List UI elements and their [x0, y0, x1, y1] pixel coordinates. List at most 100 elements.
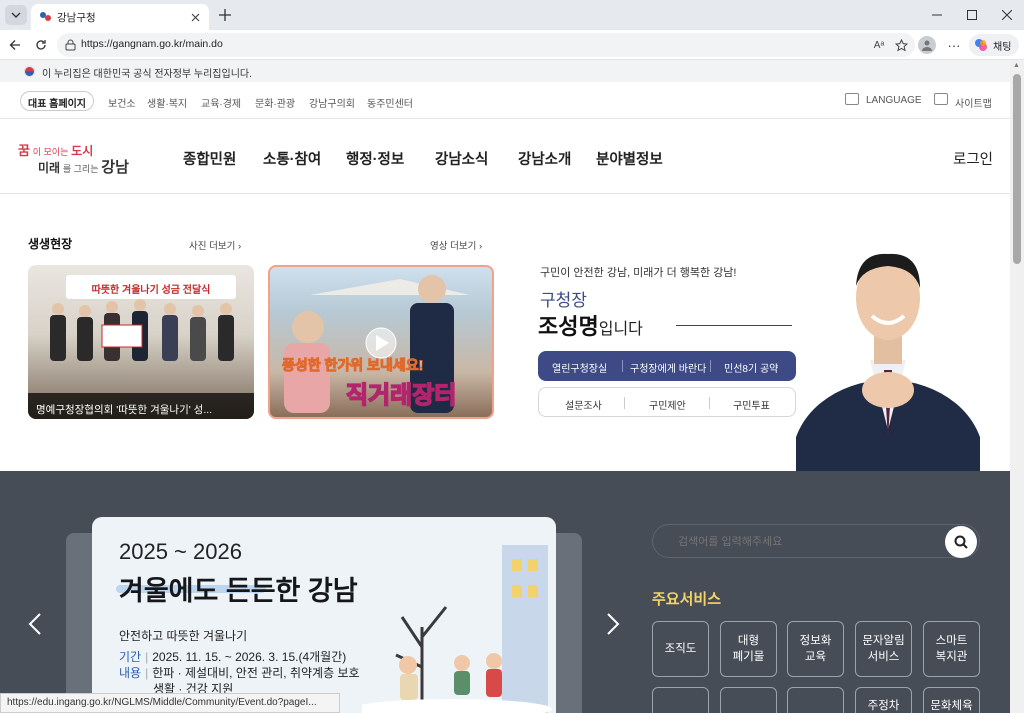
resident-vote-link[interactable]: 구민투표: [733, 397, 770, 412]
address-bar[interactable]: https://gangnam.go.kr/main.do Aᵃ: [57, 33, 915, 57]
service-line-1: 문자알림: [862, 635, 905, 647]
open-mayor-office-link[interactable]: 열린구청장실: [552, 360, 607, 375]
service-parking[interactable]: 주정차: [855, 687, 912, 713]
service-label: 문자알림서비스: [862, 633, 904, 665]
video-title-line2: 직거래장터: [345, 381, 457, 410]
service-org-chart[interactable]: 조직도: [652, 621, 709, 677]
top-link-welfare[interactable]: 생활·복지: [147, 95, 187, 110]
top-link-council[interactable]: 강남구의회: [309, 95, 355, 110]
period-value: 2025. 11. 15. ~ 2026. 3. 15.(4개월간): [152, 650, 347, 664]
service-label: 조직도: [665, 641, 697, 657]
more-options-icon[interactable]: ···: [945, 36, 963, 54]
service-sms-alert[interactable]: 문자알림서비스: [855, 621, 912, 677]
photo-caption-bar: 명예구청장협의회 '따뜻한 겨울나기' 성...: [28, 393, 254, 419]
favorite-star-icon[interactable]: [893, 37, 909, 53]
scroll-up-icon[interactable]: ▲: [1013, 62, 1021, 69]
korea-flag-icon: [24, 66, 35, 77]
profile-avatar[interactable]: [918, 36, 936, 54]
resident-proposal-link[interactable]: 구민제안: [649, 397, 686, 412]
search-button[interactable]: [945, 526, 977, 558]
login-link[interactable]: 로그인: [953, 148, 993, 169]
survey-link[interactable]: 설문조사: [565, 397, 602, 412]
banner-next-arrow-icon[interactable]: [600, 609, 626, 639]
service-large-waste[interactable]: 대형폐기물: [720, 621, 777, 677]
maximize-icon[interactable]: [962, 5, 982, 25]
scrollbar-thumb[interactable]: [1013, 74, 1021, 264]
period-sep: |: [145, 650, 149, 664]
service-line-2: 폐기물: [732, 651, 765, 663]
sitemap-link[interactable]: 사이트맵: [955, 95, 992, 110]
winter-banner[interactable]: 2025 ~ 2026 겨울에도 든든한 강남 안전하고 따뜻한 겨울나기 기간…: [92, 517, 556, 713]
services-title: 주요서비스: [652, 591, 722, 608]
service-tile-partial[interactable]: [720, 687, 777, 713]
search-icon: [954, 535, 968, 549]
photo-card[interactable]: 따뜻한 겨울나기 성금 전달식 명예구청장협의회 '따뜻한 겨울나기' 성...: [28, 265, 254, 419]
web-page: 이 누리집은 대한민국 공식 전자정부 누리집입니다. 대표 홈페이지 보건소 …: [0, 60, 1010, 713]
video-card[interactable]: 풍성한 한가위 보내세요! 직거래장터: [268, 265, 494, 419]
status-bar: https://edu.ingang.go.kr/NGLMS/Middle/Co…: [0, 693, 340, 713]
mayor-primary-links: 열린구청장실 구청장에게 바란다 민선8기 공약: [538, 351, 796, 381]
main-homepage-button[interactable]: 대표 홈페이지: [20, 91, 94, 111]
service-tile-partial[interactable]: [652, 687, 709, 713]
live-section-title: 생생현장: [28, 237, 73, 251]
copilot-chat-button[interactable]: 채팅: [969, 34, 1019, 56]
browser-tab[interactable]: 강남구청: [31, 4, 209, 30]
period-label: 기간: [119, 650, 142, 664]
read-aloud-icon[interactable]: Aᵃ: [871, 37, 887, 53]
page-scrollbar[interactable]: ▲: [1010, 60, 1024, 713]
service-line-1: 대형: [737, 635, 760, 647]
gov-banner: 이 누리집은 대한민국 공식 전자정부 누리집입니다.: [0, 60, 1010, 82]
service-smart-welfare[interactable]: 스마트 복지관: [923, 621, 980, 677]
photo-more-label: 사진 더보기: [189, 241, 236, 252]
close-tab-icon[interactable]: [187, 9, 203, 25]
top-link-health-center[interactable]: 보건소: [108, 95, 136, 110]
refresh-icon[interactable]: [32, 36, 50, 54]
pledges-link[interactable]: 민선8기 공약: [724, 360, 778, 375]
service-tile-partial[interactable]: [787, 687, 844, 713]
main-dark-section: 2025 ~ 2026 겨울에도 든든한 강남 안전하고 따뜻한 겨울나기 기간…: [0, 471, 1010, 713]
top-link-education[interactable]: 교육·경제: [201, 95, 241, 110]
content-row: 내용 | 한파 · 제설대비, 안전 관리, 취약계층 보호: [119, 665, 360, 681]
service-it-education[interactable]: 정보화 교육: [787, 621, 844, 677]
menu-civil-service[interactable]: 종합민원: [183, 148, 236, 169]
wish-to-mayor-link[interactable]: 구청장에게 바란다: [630, 360, 706, 375]
chevron-right-icon: ›: [478, 241, 483, 252]
banner-sub: 안전하고 따뜻한 겨울나기: [119, 629, 248, 643]
search-box[interactable]: [652, 524, 980, 558]
top-link-community-center[interactable]: 동주민센터: [367, 95, 413, 110]
service-culture-sports[interactable]: 문화체육: [923, 687, 980, 713]
mayor-title: 구청장: [540, 291, 587, 310]
gov-banner-text: 이 누리집은 대한민국 공식 전자정부 누리집입니다.: [42, 69, 252, 80]
site-info-icon[interactable]: [63, 38, 77, 52]
menu-administration[interactable]: 행정·정보: [346, 148, 404, 169]
minimize-icon[interactable]: [927, 5, 947, 25]
back-icon[interactable]: [6, 36, 24, 54]
service-line-2: 교육: [804, 651, 827, 663]
content-sep: |: [145, 666, 149, 680]
menu-participation[interactable]: 소통·참여: [263, 148, 321, 169]
search-input[interactable]: [678, 533, 928, 551]
gangnam-logo[interactable]: 꿈 이 모이는 도시 미래 를 그리는 강남: [18, 140, 138, 176]
new-tab-icon[interactable]: [215, 6, 235, 24]
menu-about-gangnam[interactable]: 강남소개: [518, 148, 571, 169]
video-more-link[interactable]: 영상 더보기 ›: [430, 238, 482, 252]
site-favicon: [39, 10, 52, 23]
url-text: https://gangnam.go.kr/main.do: [81, 38, 223, 50]
video-more-label: 영상 더보기: [430, 241, 477, 252]
menu-gangnam-news[interactable]: 강남소식: [435, 148, 488, 169]
tab-list-icon[interactable]: [5, 5, 27, 25]
photo-more-link[interactable]: 사진 더보기 ›: [189, 238, 241, 252]
close-window-icon[interactable]: [997, 5, 1017, 25]
logo-dream: 꿈: [18, 143, 30, 158]
divider: [624, 397, 625, 409]
language-link[interactable]: LANGUAGE: [866, 95, 922, 106]
logo-draw: 를 그리는: [62, 164, 99, 174]
language-icon: [845, 93, 859, 105]
browser-toolbar: https://gangnam.go.kr/main.do Aᵃ ··· 채팅: [0, 30, 1024, 60]
status-url: https://edu.ingang.go.kr/NGLMS/Middle/Co…: [7, 697, 317, 708]
chat-label: 채팅: [993, 42, 1012, 53]
banner-prev-arrow-icon[interactable]: [22, 609, 48, 639]
top-link-culture[interactable]: 문화·관광: [255, 95, 295, 110]
service-line-2: 서비스: [867, 651, 900, 663]
menu-field-info[interactable]: 분야별정보: [596, 148, 663, 169]
